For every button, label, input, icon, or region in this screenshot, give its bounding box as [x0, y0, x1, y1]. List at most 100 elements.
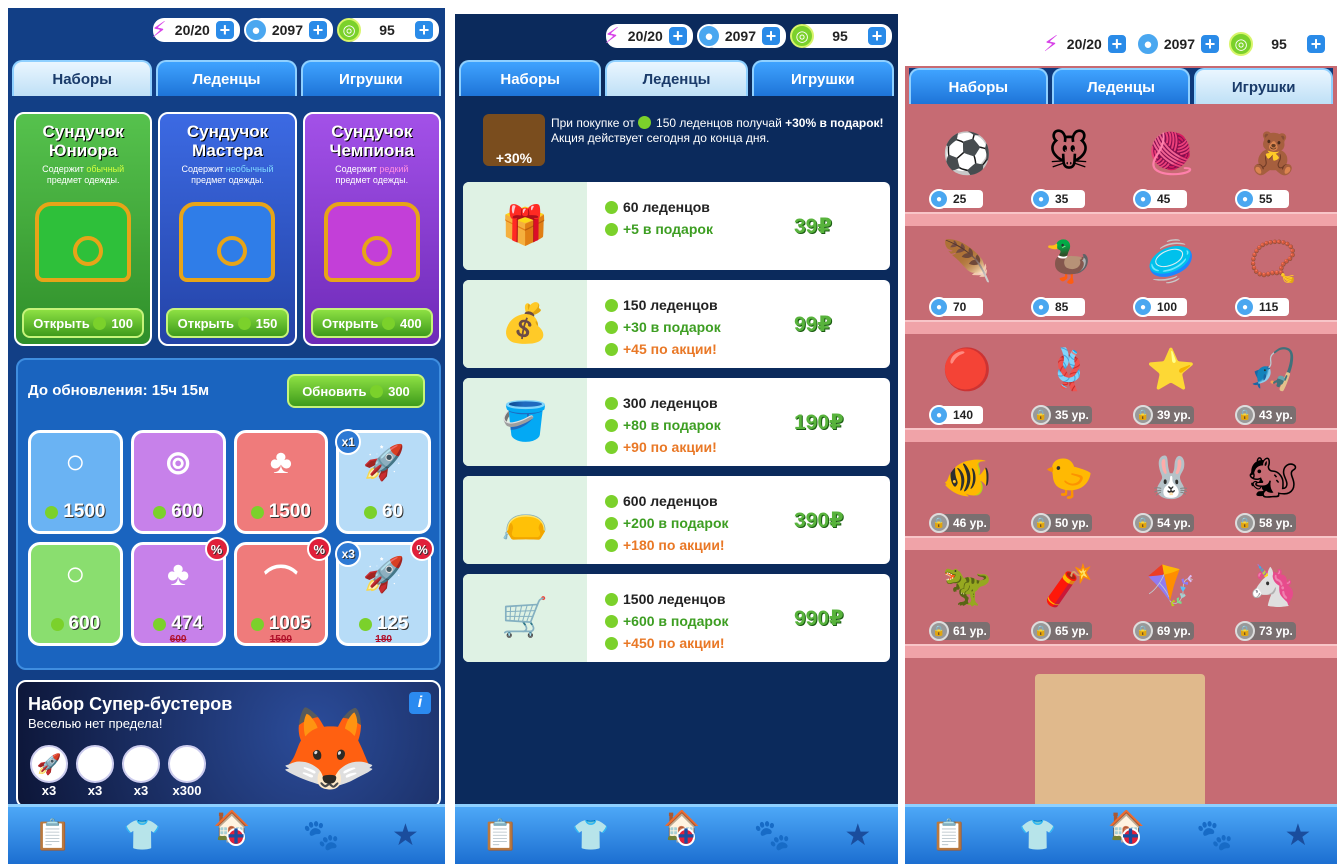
add-coins-button[interactable]: + — [307, 19, 329, 41]
toy-item[interactable]: 🐿 🔒 58 ур. — [1233, 448, 1313, 533]
toy-item[interactable]: 📿 ● 115 — [1233, 232, 1313, 317]
lock-icon: 🔒 — [1031, 621, 1051, 641]
add-candies-button[interactable]: + — [413, 19, 435, 41]
add-candies-button[interactable]: + — [1305, 33, 1327, 55]
favorites-star-icon[interactable]: ★ — [1285, 818, 1312, 853]
tab-sets[interactable]: Наборы — [459, 60, 602, 96]
info-button[interactable]: i — [409, 692, 431, 714]
toy-item[interactable]: 🐭 ● 35 — [1029, 124, 1109, 209]
toy-icon: 🥏 — [1146, 239, 1196, 284]
toy-item[interactable]: 🎣 🔒 43 ур. — [1233, 340, 1313, 425]
offer-item[interactable]: ⊚ 600 — [130, 430, 226, 534]
home-icon[interactable]: 🏠 + — [213, 809, 250, 862]
add-coins-button[interactable]: + — [1199, 33, 1221, 55]
toy-item[interactable]: ⚽ ● 25 — [927, 124, 1007, 209]
favorites-star-icon[interactable]: ★ — [392, 818, 419, 853]
tab-toys[interactable]: Игрушки — [1194, 68, 1334, 104]
chest-master[interactable]: Сундучок Мастера Содержит необычный предме… — [158, 112, 297, 346]
tab-candies[interactable]: Леденцы — [156, 60, 297, 96]
toy-item[interactable]: 🥏 ● 100 — [1131, 232, 1211, 317]
wardrobe-icon[interactable]: 👕 — [572, 818, 609, 853]
add-coins-button[interactable]: + — [760, 25, 782, 47]
toy-tag-text: 54 ур. — [1157, 516, 1191, 530]
tasks-icon[interactable]: 📋 — [34, 818, 71, 853]
coin-icon: ● — [1133, 189, 1153, 209]
candy-pack[interactable]: 🛒 1500 леденцов +600 в подарок +450 по акци… — [463, 574, 890, 662]
tasks-icon[interactable]: 📋 — [931, 818, 968, 853]
offer-item[interactable]: ♣ 474 600% — [130, 537, 229, 646]
candy-pack[interactable]: 🎁 60 леденцов +5 в подарок 39₽ — [463, 182, 890, 270]
offer-price: 1500 — [45, 501, 106, 523]
add-candies-button[interactable]: + — [866, 25, 888, 47]
toy-item[interactable]: 🪶 ● 70 — [927, 232, 1007, 317]
pack-line-text: 1500 леденцов — [623, 591, 726, 607]
refresh-button[interactable]: Обновить 300 — [287, 374, 425, 408]
tab-toys[interactable]: Игрушки — [300, 60, 441, 96]
candy-pack-icon: 🪣 — [463, 378, 587, 466]
tab-candies[interactable]: Леденцы — [1051, 68, 1191, 104]
home-icon[interactable]: 🏠 + — [1108, 809, 1145, 862]
chest-title: Сундучок — [331, 122, 413, 141]
toy-item[interactable]: 🐤 🔒 50 ур. — [1029, 448, 1109, 533]
pack-price: 99₽ — [794, 312, 832, 336]
offer-item[interactable]: 🚀 60 x1 — [335, 429, 431, 534]
toy-price-tag: ● 55 — [1235, 189, 1289, 209]
offer-item[interactable]: ○ 600 — [28, 542, 123, 646]
chest-junior[interactable]: Сундучок Юниора Содержит обычный предмет о… — [14, 112, 153, 346]
add-energy-button[interactable]: + — [666, 25, 689, 47]
home-icon[interactable]: 🏠 + — [663, 809, 700, 862]
toy-item[interactable]: 🦄 🔒 73 ур. — [1233, 556, 1313, 641]
candy-pack[interactable]: 💰 150 леденцов +30 в подарок +45 по акции! 9… — [463, 280, 890, 368]
tab-candies[interactable]: Леденцы — [605, 60, 748, 96]
coin-icon — [358, 618, 372, 631]
booster-item: ✸ x3 — [76, 745, 114, 798]
coin-icon: ● — [1235, 189, 1255, 209]
toy-item[interactable]: 🦖 🔒 61 ур. — [927, 556, 1007, 641]
pets-icon[interactable]: 🐾 — [1196, 818, 1233, 853]
pack-lines: 150 леденцов +30 в подарок +45 по акции! — [587, 280, 794, 368]
super-boosters-banner[interactable]: Набор Супер-бустеров Веселью нет предела… — [16, 680, 441, 808]
toy-icon: 🐭 — [1048, 131, 1090, 175]
offer-item[interactable]: 🚀 125 180 x3% — [335, 537, 434, 646]
offer-item[interactable]: ○ 1500 — [28, 430, 123, 534]
toy-item[interactable]: 🔴 ● 140 — [927, 340, 1007, 425]
favorites-star-icon[interactable]: ★ — [844, 818, 871, 853]
offer-price: 474 — [153, 613, 203, 635]
open-chest-junior-button[interactable]: Открыть 100 — [22, 308, 145, 338]
pets-icon[interactable]: 🐾 — [303, 818, 340, 853]
tab-sets[interactable]: Наборы — [12, 60, 153, 96]
candy-pack[interactable]: 👝 600 леденцов +200 в подарок +180 по акции… — [463, 476, 890, 564]
tab-toys[interactable]: Игрушки — [751, 60, 894, 96]
toy-item[interactable]: 🪢 🔒 35 ур. — [1029, 340, 1109, 425]
toy-item[interactable]: 🧨 🔒 65 ур. — [1029, 556, 1109, 641]
pets-icon[interactable]: 🐾 — [754, 818, 791, 853]
toy-item[interactable]: 🧸 ● 55 — [1233, 124, 1313, 209]
toy-item[interactable]: 🪁 🔒 69 ур. — [1131, 556, 1211, 641]
add-energy-button[interactable]: + — [213, 19, 236, 41]
add-energy-button[interactable]: + — [1105, 33, 1128, 55]
chest-champion[interactable]: Сундучок Чемпиона Содержит редкий предмет … — [302, 112, 441, 346]
offer-price-value: 1005 — [268, 613, 312, 634]
chest-list: Сундучок Юниора Содержит обычный предмет о… — [14, 112, 441, 346]
offer-price: 1500 — [250, 501, 312, 523]
toy-item[interactable]: 🐰 🔒 54 ур. — [1131, 448, 1211, 533]
toy-item[interactable]: 🐠 🔒 46 ур. — [927, 448, 1007, 533]
toy-item[interactable]: 🧶 ● 45 — [1131, 124, 1211, 209]
offer-item-icon: ⌒ — [263, 564, 298, 602]
offer-item[interactable]: ♣ 1500 — [233, 430, 329, 534]
open-chest-champion-button[interactable]: Открыть 400 — [310, 308, 433, 338]
toy-item[interactable]: 🦆 ● 85 — [1029, 232, 1109, 317]
offer-price-value: 1500 — [268, 501, 312, 522]
wardrobe-icon[interactable]: 👕 — [124, 818, 161, 853]
candy-pack[interactable]: 🪣 300 леденцов +80 в подарок +90 по акции! 1… — [463, 378, 890, 466]
open-chest-master-button[interactable]: Открыть 150 — [166, 308, 289, 338]
tab-sets[interactable]: Наборы — [909, 68, 1048, 104]
toy-icon: 🦆 — [1044, 239, 1094, 284]
tasks-icon[interactable]: 📋 — [482, 818, 519, 853]
lock-icon: 🔒 — [1031, 405, 1051, 425]
toy-item[interactable]: ⭐ 🔒 39 ур. — [1131, 340, 1211, 425]
coin-icon — [50, 618, 64, 631]
offer-item[interactable]: ⌒ 1005 1500% — [233, 537, 332, 646]
wardrobe-icon[interactable]: 👕 — [1019, 818, 1056, 853]
coin-icon: ● — [1031, 189, 1051, 209]
